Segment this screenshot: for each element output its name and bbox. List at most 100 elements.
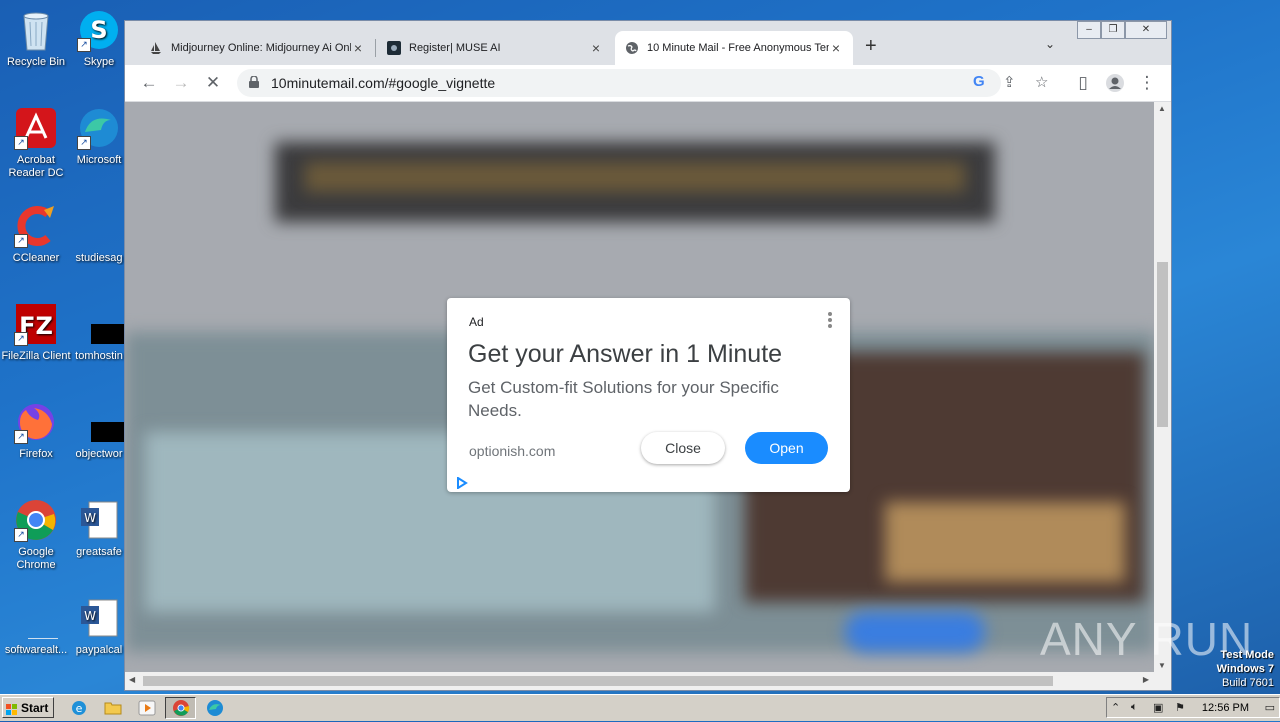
new-tab-button[interactable]: + (865, 35, 877, 58)
desktop-icon-label: Skype (83, 56, 115, 68)
blurred-banner-accent (305, 162, 965, 192)
desktop-icon-ccleaner[interactable]: ↗ CCleaner (0, 204, 72, 265)
edge-icon[interactable] (206, 699, 224, 717)
tab-title: 10 Minute Mail - Free Anonymous Ten (647, 42, 829, 54)
edge-icon: ↗ (77, 106, 121, 150)
browser-toolbar: ← → ✕ 10minutemail.com/#google_vignette … (125, 65, 1171, 102)
desktop-icon-label: CCleaner (12, 252, 60, 264)
vignette-ad-dialog: Ad Get your Answer in 1 Minute Get Custo… (447, 298, 850, 492)
tab-muse-ai[interactable]: Register| MUSE AI × (377, 31, 613, 65)
build-text: Build 7601 (1222, 677, 1274, 689)
tab-midjourney[interactable]: Midjourney Online: Midjourney Ai Onl × (139, 31, 375, 65)
google-icon[interactable]: G (973, 73, 985, 90)
recycle-bin-icon (14, 8, 58, 52)
start-label: Start (21, 701, 49, 715)
desktop-icon-greatsafe[interactable]: W greatsafe (74, 498, 124, 559)
desktop-icon-filezilla[interactable]: FZ ↗ FileZilla Client (0, 302, 72, 363)
svg-text:S: S (90, 16, 107, 44)
black-thumbnail-icon (77, 400, 124, 444)
svg-text:W: W (84, 511, 96, 525)
horizontal-scrollbar[interactable]: ◀ ▶ (125, 672, 1171, 690)
desktop-icon-label: greatsafe (76, 546, 122, 558)
show-desktop-icon[interactable]: ▭ (1265, 701, 1275, 714)
volume-icon[interactable]: 🔈︎ (1131, 701, 1138, 714)
desktop-icon-label: Recycle Bin (6, 56, 66, 68)
blurred-button (845, 612, 985, 652)
back-icon[interactable]: ← (137, 71, 161, 95)
bookmark-star-icon[interactable]: ☆ (1035, 73, 1048, 91)
scrollbar-thumb[interactable] (1157, 262, 1168, 427)
svg-text:W: W (84, 609, 96, 623)
scroll-up-icon[interactable]: ▲ (1158, 104, 1166, 113)
close-icon[interactable]: × (829, 40, 843, 56)
os-version-text: Windows 7 (1216, 663, 1274, 675)
network-icon[interactable]: ▣ (1153, 701, 1163, 714)
desktop-icon-label: Microsoft (76, 154, 122, 166)
flag-notification-icon[interactable]: ⚑ (1175, 701, 1185, 714)
desktop-icon-label: Google Chrome (16, 546, 56, 571)
taskbar-chrome-active[interactable] (165, 697, 196, 719)
restore-button[interactable]: ❐ (1101, 21, 1125, 39)
chrome-icon (172, 699, 190, 717)
desktop-icon-firefox[interactable]: ↗ Firefox (0, 400, 72, 461)
desktop-icon-studiesag[interactable]: studiesag (74, 204, 124, 265)
svg-text:e: e (76, 702, 83, 715)
start-button[interactable]: Start (2, 697, 54, 718)
tab-separator (375, 39, 376, 57)
desktop-icon-label: paypalcal (75, 644, 123, 656)
scroll-right-icon[interactable]: ▶ (1143, 675, 1149, 684)
explorer-folder-icon[interactable] (104, 699, 122, 717)
ad-options-icon[interactable] (828, 312, 832, 330)
desktop-icon-label: studiesag (75, 252, 123, 264)
desktop-icon-label: softwarealt... (4, 644, 68, 656)
desktop-icon-paypalcal[interactable]: W paypalcal (74, 596, 124, 657)
desktop-icon-tomhostin[interactable]: tomhostin (74, 302, 124, 363)
clock[interactable]: 12:56 PM (1202, 702, 1249, 714)
ad-description: Get Custom-fit Solutions for your Specif… (468, 378, 779, 420)
desktop-icon-recycle-bin[interactable]: Recycle Bin (0, 8, 72, 69)
skype-icon: S ↗ (77, 8, 121, 52)
profile-avatar-icon[interactable] (1103, 71, 1127, 95)
desktop-icon-softwarealt[interactable]: softwarealt... (0, 596, 72, 657)
side-panel-icon[interactable]: ▯ (1071, 71, 1095, 95)
tab-search-icon[interactable]: ⌄ (1045, 37, 1055, 51)
forward-icon[interactable]: → (169, 71, 193, 95)
tab-title: Register| MUSE AI (409, 42, 501, 54)
adchoices-icon[interactable] (456, 476, 468, 490)
address-bar[interactable]: 10minutemail.com/#google_vignette G ⇪ ☆ (237, 69, 1048, 97)
black-thumbnail-icon (77, 302, 124, 346)
desktop-icon-label: Acrobat Reader DC (8, 154, 64, 179)
desktop-icon-skype[interactable]: S ↗ Skype (74, 8, 124, 69)
desktop-icon-label: objectwor (75, 448, 123, 460)
desktop-icon-google-chrome[interactable]: ↗ Google Chrome (0, 498, 72, 572)
scrollbar-thumb[interactable] (143, 676, 1053, 686)
globe-icon (625, 41, 639, 55)
desktop-icon-microsoft-edge[interactable]: ↗ Microsoft (74, 106, 124, 167)
close-icon[interactable]: × (351, 40, 365, 56)
acrobat-icon: ↗ (14, 106, 58, 150)
vertical-scrollbar[interactable]: ▲ ▼ (1154, 102, 1171, 672)
close-button[interactable]: Close (641, 432, 725, 464)
scroll-left-icon[interactable]: ◀ (129, 675, 135, 684)
close-icon[interactable]: × (589, 40, 603, 56)
internet-explorer-icon[interactable]: e (70, 699, 88, 717)
share-icon[interactable]: ⇪ (1003, 73, 1016, 91)
open-button[interactable]: Open (745, 432, 828, 464)
blank-file-icon (77, 204, 121, 248)
lock-icon (249, 75, 259, 88)
tab-10-minute-mail[interactable]: 10 Minute Mail - Free Anonymous Ten × (615, 31, 853, 65)
stop-loading-icon[interactable]: ✕ (201, 71, 225, 95)
taskbar: Start e ⌃ 🔈︎ ▣ ⚑ 12:56 PM ▭ (0, 694, 1280, 721)
ad-headline[interactable]: Get your Answer in 1 Minute (468, 340, 782, 369)
close-window-button[interactable]: ✕ (1125, 21, 1167, 39)
test-mode-text: Test Mode (1220, 649, 1274, 661)
desktop-icon-acrobat[interactable]: ↗ Acrobat Reader DC (0, 106, 72, 180)
ad-domain[interactable]: optionish.com (469, 443, 555, 459)
desktop-icon-label: Firefox (19, 448, 53, 460)
tab-strip: Midjourney Online: Midjourney Ai Onl × R… (125, 21, 1171, 65)
desktop-icon-objectwor[interactable]: objectwor (74, 400, 124, 461)
menu-kebab-icon[interactable]: ⋮ (1135, 71, 1159, 95)
media-player-icon[interactable] (138, 699, 156, 717)
tray-expand-icon[interactable]: ⌃ (1111, 701, 1120, 714)
minimize-button[interactable]: – (1077, 21, 1101, 39)
